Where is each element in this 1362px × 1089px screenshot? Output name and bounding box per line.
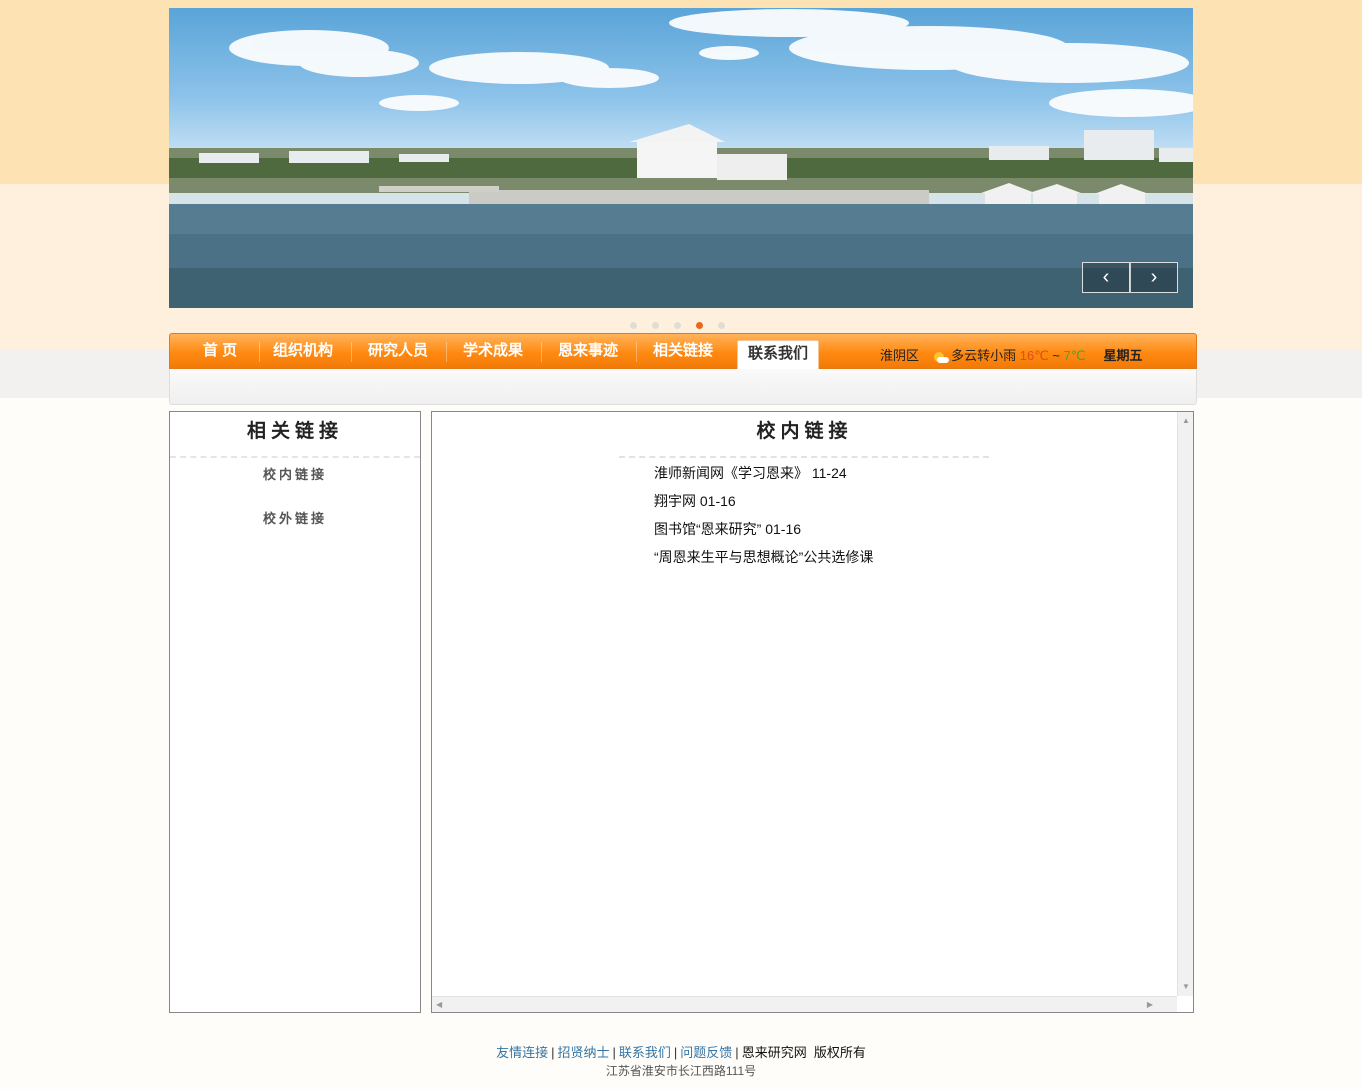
list-item[interactable]: 图书馆“恩来研究” 01-16 <box>654 518 873 546</box>
footer-address: 江苏省淮安市长江西路111号 <box>605 1064 757 1078</box>
nav-item-enlai-deeds[interactable]: 恩来事迹 <box>542 338 634 368</box>
sidebar-item-external-links[interactable]: 校外链接 <box>170 508 420 546</box>
nav-item-home[interactable]: 首 页 <box>181 338 259 368</box>
nav-item-contact-active[interactable]: 联系我们 <box>737 340 819 369</box>
footer-separator: | <box>673 1045 678 1060</box>
footer-links: 友情连接 | 招贤纳士 | 联系我们 | 问题反馈 | 恩来研究网 版权所有 <box>0 1042 1362 1061</box>
scroll-right-icon[interactable]: ▶ <box>1147 1000 1153 1010</box>
footer-separator: | <box>612 1045 616 1060</box>
scroll-corner <box>1177 996 1193 1012</box>
content-panel: 校内链接 淮师新闻网《学习恩来》 11-24 翔宇网 01-16 图书馆“恩来研… <box>431 411 1194 1013</box>
main-nav: 首 页 组织机构 研究人员 学术成果 恩来事迹 相关链接 联系我们 淮阴区 多云… <box>169 333 1197 369</box>
weather-district: 淮阴区 <box>880 348 920 363</box>
carousel-dot-active[interactable] <box>696 322 703 329</box>
nav-item-researchers[interactable]: 研究人员 <box>352 338 444 368</box>
list-item[interactable]: 淮师新闻网《学习恩来》 11-24 <box>654 462 873 490</box>
footer-link-recruit[interactable]: 招贤纳士 <box>557 1045 609 1060</box>
scroll-left-icon[interactable]: ◀ <box>436 1000 442 1010</box>
weather-widget: 淮阴区 多云转小雨 16℃ ~ 7℃ 星期五 <box>880 345 1143 364</box>
horizontal-scrollbar[interactable]: ◀ ▶ <box>432 996 1177 1012</box>
scroll-down-icon[interactable]: ▼ <box>1182 982 1190 992</box>
footer-copyright: 恩来研究网 版权所有 <box>741 1045 866 1060</box>
carousel-dot[interactable] <box>718 322 725 329</box>
title-divider <box>619 456 989 458</box>
scroll-up-icon[interactable]: ▲ <box>1182 416 1190 426</box>
footer-link-friends[interactable]: 友情连接 <box>496 1045 548 1060</box>
footer-separator: | <box>551 1045 555 1060</box>
nav-item-organization[interactable]: 组织机构 <box>260 338 346 368</box>
sub-nav-bar <box>169 369 1197 405</box>
banner-photo <box>169 9 1193 308</box>
chevron-right-icon[interactable]: › <box>1130 262 1178 293</box>
content-title: 校内链接 <box>756 421 853 442</box>
sidebar-panel: 相关链接 校内链接 校外链接 <box>169 411 421 1013</box>
nav-item-achievements[interactable]: 学术成果 <box>447 338 539 368</box>
weather-weekday: 星期五 <box>1103 348 1143 363</box>
sidebar-title: 相关链接 <box>170 412 420 458</box>
nav-item-related-links[interactable]: 相关链接 <box>637 338 729 368</box>
list-item[interactable]: 翔宇网 01-16 <box>654 490 873 518</box>
footer-link-feedback[interactable]: 问题反馈 <box>680 1045 732 1060</box>
footer-link-contact[interactable]: 联系我们 <box>619 1045 671 1060</box>
carousel-controls: ‹ › <box>1082 262 1180 293</box>
link-list: 淮师新闻网《学习恩来》 11-24 翔宇网 01-16 图书馆“恩来研究” 01… <box>654 462 873 574</box>
chevron-left-icon[interactable]: ‹ <box>1082 262 1130 293</box>
carousel-dot[interactable] <box>674 322 681 329</box>
footer-separator: | <box>735 1045 739 1060</box>
weather-high: 16℃ <box>1019 348 1049 363</box>
banner-carousel: ‹ › <box>169 8 1193 308</box>
carousel-dot[interactable] <box>652 322 659 329</box>
sidebar-item-campus-links[interactable]: 校内链接 <box>170 464 420 502</box>
carousel-indicators <box>630 322 725 329</box>
partly-cloudy-sun-icon <box>933 351 950 363</box>
weather-low: 7℃ <box>1063 348 1086 363</box>
list-item[interactable]: “周恩来生平与思想概论”公共选修课 <box>654 546 873 574</box>
weather-separator: ~ <box>1052 348 1061 363</box>
weather-condition: 多云转小雨 <box>951 348 1017 363</box>
carousel-dot[interactable] <box>630 322 637 329</box>
vertical-scrollbar[interactable]: ▲ ▼ <box>1177 412 1193 996</box>
